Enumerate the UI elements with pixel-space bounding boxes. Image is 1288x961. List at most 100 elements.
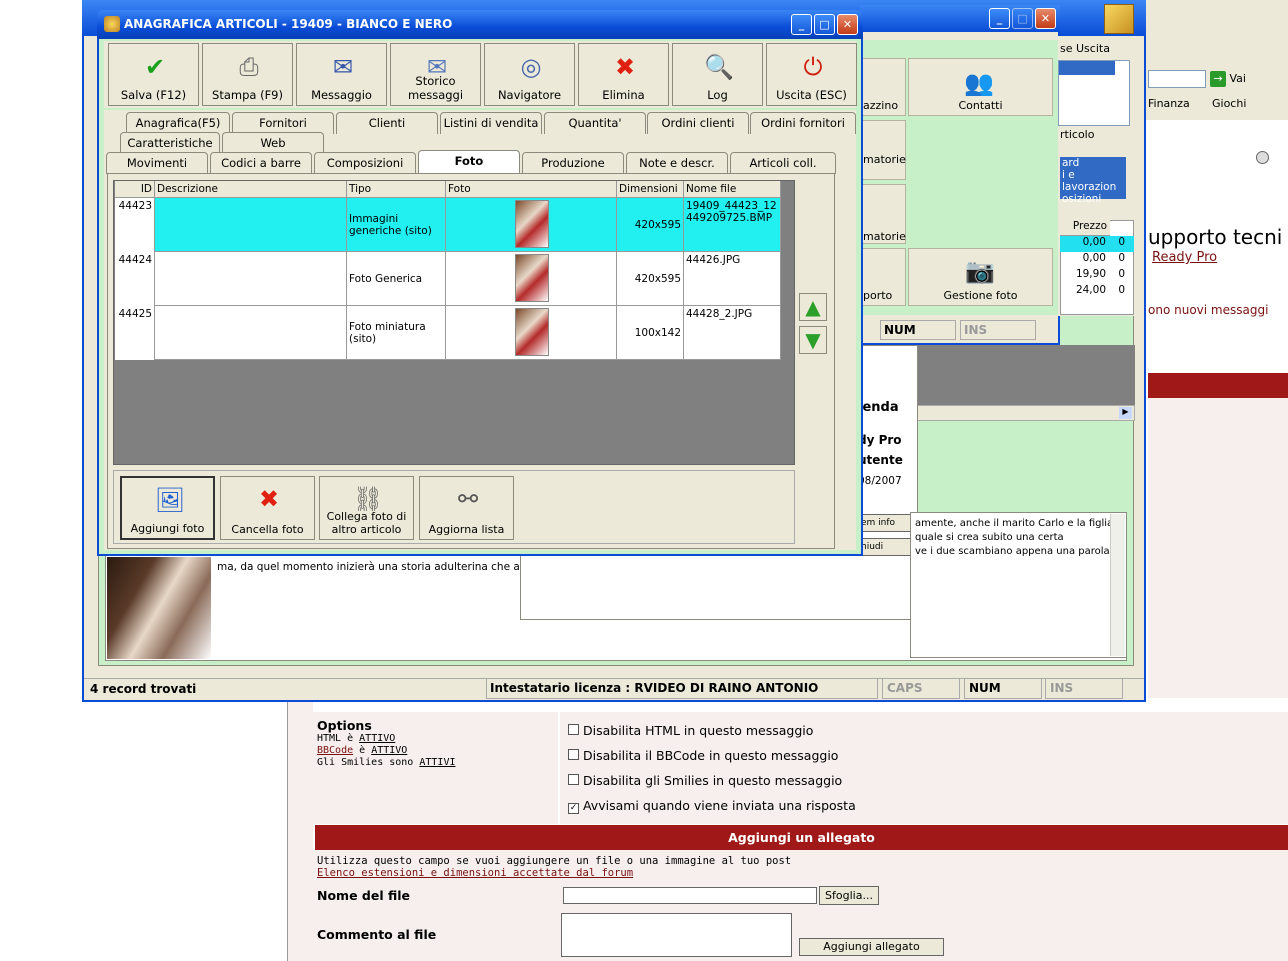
table-cell: Foto Generica xyxy=(347,252,446,306)
toolbar-button-2[interactable]: ✉ Messaggio xyxy=(296,43,387,106)
column-header-1[interactable]: Descrizione xyxy=(155,181,347,198)
checkbox-icon[interactable] xyxy=(568,724,579,735)
tab-tabs_row3-3[interactable]: Foto xyxy=(418,150,520,174)
toolbar-button-label: Uscita (ESC) xyxy=(776,88,847,102)
tab-tabs_row1-4[interactable]: Quantita' xyxy=(544,112,646,134)
status-records: 4 record trovati xyxy=(90,682,197,696)
bottom-button-0[interactable]: 🖼 Aggiungi foto xyxy=(120,476,215,540)
table-row[interactable]: 44423 Immagini generiche (sito) 420x595 194… xyxy=(115,198,781,252)
price-row-1[interactable]: 0,00 0 xyxy=(1060,236,1134,252)
bottom-button-2[interactable]: ⛓ Collega foto di altro articolo xyxy=(319,476,414,540)
bottom-button-3[interactable]: ⚯ Aggiorna lista xyxy=(419,476,514,540)
cell-text: Foto miniatura (sito) xyxy=(349,321,426,345)
back-minimize-button[interactable]: _ xyxy=(989,8,1010,29)
back-maximize-button[interactable]: □ xyxy=(1012,8,1033,29)
tab-tabs_row3-0[interactable]: Movimenti xyxy=(106,152,208,174)
new-messages-text: ono nuovi messaggi xyxy=(1148,303,1269,317)
bottom-button-1[interactable]: ✖ Cancella foto xyxy=(220,476,315,540)
back-close-button[interactable]: ✕ xyxy=(1035,8,1056,29)
checkbox-disable-bbcode[interactable]: Disabilita il BBCode in questo messaggio xyxy=(568,748,838,763)
photo-management-button[interactable]: 📷 Gestione foto xyxy=(908,248,1053,306)
checkbox-disable-smilies[interactable]: Disabilita gli Smilies in questo messagg… xyxy=(568,773,842,788)
attach-description: Utilizza questo campo se vuoi aggiungere… xyxy=(317,855,792,867)
tab-tabs_row1-0[interactable]: Anagrafica(F5) xyxy=(126,112,230,134)
price-row-3[interactable]: 19,90 0 xyxy=(1060,268,1134,284)
table-row[interactable]: 44425 Foto miniatura (sito) 100x142 44428_2… xyxy=(115,306,781,360)
product-image xyxy=(107,557,211,659)
back-listbox[interactable] xyxy=(1058,60,1130,126)
mid-info-button[interactable]: em info xyxy=(858,514,911,532)
maximize-button[interactable]: □ xyxy=(814,14,835,35)
toolbar-button-6[interactable]: 🔍 Log xyxy=(672,43,763,106)
go-button[interactable]: → Vai xyxy=(1210,70,1255,88)
tab-tabs_row1-1[interactable]: Fornitori xyxy=(232,112,334,134)
back-left-btn-4[interactable]: porto xyxy=(862,248,906,306)
checkbox-icon[interactable]: ✓ xyxy=(568,803,579,814)
minimize-button[interactable]: _ xyxy=(791,14,812,35)
price-row-2[interactable]: 0,00 0 xyxy=(1060,252,1134,268)
link-giochi[interactable]: Giochi xyxy=(1212,97,1246,110)
outer-scroll-strip[interactable]: ▶ xyxy=(915,405,1135,421)
go-arrow-icon: → xyxy=(1210,71,1226,87)
move-down-button[interactable]: ▼ xyxy=(799,326,827,354)
attach-extensions-link[interactable]: Elenco estensioni e dimensioni accettate… xyxy=(317,867,633,879)
toolbar-button-1[interactable]: ⎙ Stampa (F9) xyxy=(202,43,293,106)
delete-icon: ✖ xyxy=(614,53,636,81)
tab-tabs_row2-0[interactable]: Caratteristiche xyxy=(120,132,220,154)
address-bar-dropdown[interactable] xyxy=(1148,70,1206,88)
binoculars-icon: ⚯ xyxy=(457,485,479,513)
toolbar-button-5[interactable]: ✖ Elimina xyxy=(578,43,669,106)
price-row-4[interactable]: 24,00 0 xyxy=(1060,284,1134,300)
tab-tabs_row3-5[interactable]: Note e descr. xyxy=(626,152,728,174)
notes-scrollbar[interactable] xyxy=(1110,514,1125,656)
options-bbcode: BBCode è ATTIVO xyxy=(317,745,408,756)
file-comment-textarea[interactable] xyxy=(561,913,792,957)
scroll-right-icon[interactable]: ▶ xyxy=(1119,407,1132,419)
checkbox-icon[interactable] xyxy=(568,774,579,785)
status-license: Intestatario licenza : RVIDEO DI RAINO A… xyxy=(486,678,878,699)
checkbox-disable-html[interactable]: Disabilita HTML in questo messaggio xyxy=(568,723,813,738)
ready-pro-link[interactable]: Ready Pro xyxy=(1152,250,1217,265)
add-attachment-button[interactable]: Aggiungi allegato xyxy=(799,938,944,956)
tab-tabs_row3-6[interactable]: Articoli coll. xyxy=(730,152,836,174)
file-name-label: Nome del file xyxy=(317,888,410,903)
close-button[interactable]: ✕ xyxy=(837,14,858,35)
log-icon: 🔍 xyxy=(704,53,734,81)
tab-tabs_row3-4[interactable]: Produzione xyxy=(522,152,624,174)
back-left-btn-3[interactable]: matorie xyxy=(862,184,906,244)
tab-tabs_row1-3[interactable]: Listini di vendita xyxy=(440,112,542,134)
table-cell: 19409_44423_12449209725.BMP xyxy=(684,198,781,252)
column-header-4[interactable]: Dimensioni xyxy=(617,181,684,198)
column-header-5[interactable]: Nome file xyxy=(684,181,781,198)
tab-tabs_row3-1[interactable]: Codici a barre xyxy=(210,152,312,174)
table-row[interactable]: 44424 Foto Generica 420x595 44426.JPG xyxy=(115,252,781,306)
toolbar-button-0[interactable]: ✔ Salva (F12) xyxy=(108,43,199,106)
back-left-btn-2[interactable]: matorie xyxy=(862,120,906,180)
back-left-btn-1[interactable]: azzino xyxy=(862,58,906,116)
move-up-button[interactable]: ▲ xyxy=(799,293,827,321)
column-header-0[interactable]: ID xyxy=(115,181,155,198)
toolbar-button-7[interactable]: ⏻ Uscita (ESC) xyxy=(766,43,857,106)
checkbox-icon[interactable] xyxy=(568,749,579,760)
cell-text: 44425 xyxy=(118,308,152,320)
column-header-2[interactable]: Tipo xyxy=(347,181,446,198)
tab-tabs_row3-2[interactable]: Composizioni xyxy=(314,152,416,174)
tab-tabs_row2-1[interactable]: Web xyxy=(222,132,324,154)
checkbox-notify[interactable]: ✓ Avvisami quando viene inviata una risp… xyxy=(568,798,856,814)
link-finanza[interactable]: Finanza xyxy=(1148,97,1190,110)
tab-tabs_row1-2[interactable]: Clienti xyxy=(336,112,438,134)
column-header-3[interactable]: Foto xyxy=(446,181,617,198)
toolbar-button-3[interactable]: ✉ Storico messaggi xyxy=(390,43,481,106)
tab-tabs_row1-6[interactable]: Ordini fornitori xyxy=(750,112,856,134)
radio-icon[interactable] xyxy=(1256,151,1269,164)
article-list[interactable]: ard i e lavorazion osizioni xyxy=(1060,157,1126,205)
notes-line-1: amente, anche il marito Carlo e la figli… xyxy=(915,518,1114,529)
toolbar-button-label: Storico messaggi xyxy=(407,74,464,102)
browse-button[interactable]: Sfoglia... xyxy=(819,886,879,905)
contacts-icon: 👥 xyxy=(964,69,994,97)
contacts-button[interactable]: 👥 Contatti xyxy=(908,58,1053,116)
file-input[interactable] xyxy=(563,887,817,904)
mid-close-button[interactable]: hiudi xyxy=(858,538,911,556)
tab-tabs_row1-5[interactable]: Ordini clienti xyxy=(647,112,749,134)
toolbar-button-4[interactable]: ◎ Navigatore xyxy=(484,43,575,106)
